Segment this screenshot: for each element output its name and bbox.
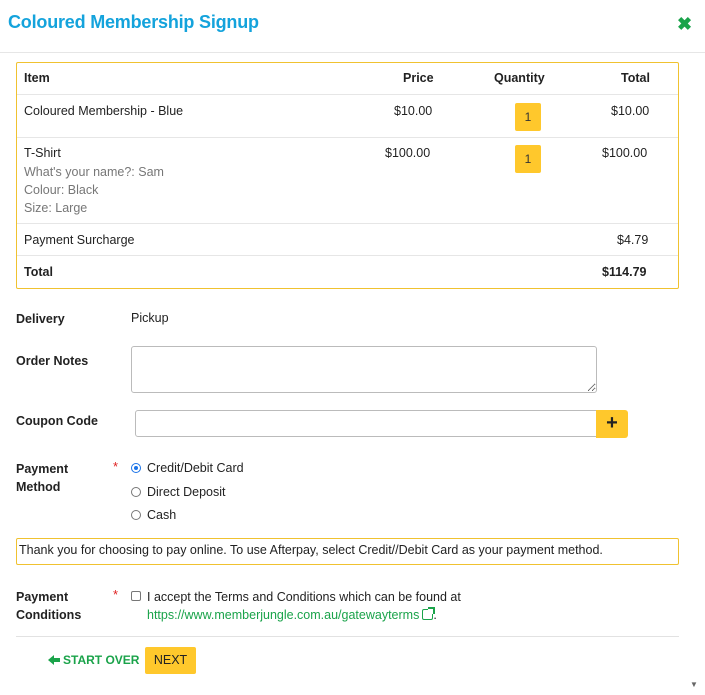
- grand-total-row: Total $114.79: [17, 256, 678, 288]
- plus-icon: +: [606, 412, 618, 434]
- payment-option-label: Cash: [147, 508, 177, 522]
- surcharge-total: $4.79: [617, 233, 649, 247]
- payment-conditions-label: Payment Conditions: [16, 588, 81, 624]
- table-row: Coloured Membership - Blue $10.00 1 $10.…: [17, 95, 678, 138]
- payment-option-cash[interactable]: Cash: [131, 508, 176, 522]
- radio-direct-deposit[interactable]: [131, 487, 141, 497]
- item-total: $100.00: [602, 146, 648, 160]
- footer-divider: [16, 636, 679, 637]
- col-item: Item: [24, 71, 50, 85]
- afterpay-notice: Thank you for choosing to pay online. To…: [16, 538, 679, 565]
- radio-credit-card[interactable]: [131, 463, 141, 473]
- payment-method-label-line1: Payment: [16, 462, 69, 476]
- next-button[interactable]: NEXT: [145, 647, 196, 674]
- col-quantity: Quantity: [494, 71, 545, 85]
- item-detail-name: What's your name?: Sam: [24, 165, 164, 179]
- item-detail-colour: Colour: Black: [24, 183, 99, 197]
- cart-table: Item Price Quantity Total Coloured Membe…: [16, 62, 679, 289]
- item-price: $100.00: [385, 146, 431, 160]
- quantity-button[interactable]: 1: [515, 145, 541, 173]
- terms-text: I accept the Terms and Conditions which …: [147, 588, 607, 624]
- terms-link[interactable]: https://www.memberjungle.com.au/gatewayt…: [147, 607, 436, 622]
- radio-cash[interactable]: [131, 510, 141, 520]
- terms-link-text: https://www.memberjungle.com.au/gatewayt…: [147, 608, 420, 622]
- order-notes-label: Order Notes: [16, 354, 89, 368]
- item-details: What's your name?: Sam Colour: Black Siz…: [24, 163, 164, 217]
- close-icon[interactable]: ✖: [677, 14, 692, 34]
- delivery-label: Delivery: [16, 312, 65, 326]
- table-row: T-Shirt What's your name?: Sam Colour: B…: [17, 138, 678, 224]
- col-total: Total: [621, 71, 650, 85]
- modal-header: Coloured Membership Signup ✖: [0, 0, 705, 53]
- arrow-left-icon-tail: [54, 658, 60, 662]
- order-notes-input[interactable]: [131, 346, 597, 393]
- required-marker: *: [113, 587, 119, 602]
- terms-checkbox[interactable]: [131, 591, 141, 601]
- payment-conditions-label-line2: Conditions: [16, 608, 82, 622]
- payment-conditions-label-line1: Payment: [16, 590, 69, 604]
- apply-coupon-button[interactable]: +: [596, 410, 628, 438]
- cart-header-row: Item Price Quantity Total: [17, 63, 678, 95]
- surcharge-label: Payment Surcharge: [24, 233, 135, 247]
- delivery-value: Pickup: [131, 311, 169, 325]
- payment-option-label: Credit/Debit Card: [147, 461, 244, 475]
- grand-total-label: Total: [24, 265, 53, 279]
- payment-option-card[interactable]: Credit/Debit Card: [131, 461, 244, 475]
- item-name: T-Shirt: [24, 146, 61, 160]
- item-price: $10.00: [394, 104, 433, 118]
- coupon-label: Coupon Code: [16, 414, 98, 428]
- surcharge-row: Payment Surcharge $4.79: [17, 224, 678, 256]
- item-detail-size: Size: Large: [24, 201, 88, 215]
- payment-method-label: Payment Method: [16, 460, 68, 496]
- payment-option-label: Direct Deposit: [147, 485, 226, 499]
- scroll-down-icon[interactable]: ▼: [690, 680, 698, 689]
- start-over-button[interactable]: START OVER: [48, 653, 139, 667]
- col-price: Price: [403, 71, 434, 85]
- start-over-label: START OVER: [63, 653, 140, 667]
- grand-total-value: $114.79: [602, 265, 647, 279]
- item-name: Coloured Membership - Blue: [24, 104, 184, 118]
- terms-statement: I accept the Terms and Conditions which …: [147, 590, 461, 604]
- required-marker: *: [113, 459, 119, 474]
- modal-title: Coloured Membership Signup: [8, 12, 259, 32]
- external-link-icon: [422, 607, 436, 620]
- coupon-input[interactable]: [135, 410, 597, 437]
- quantity-button[interactable]: 1: [515, 103, 541, 131]
- payment-option-deposit[interactable]: Direct Deposit: [131, 485, 226, 499]
- payment-method-label-line2: Method: [16, 480, 61, 494]
- item-total: $10.00: [611, 104, 650, 118]
